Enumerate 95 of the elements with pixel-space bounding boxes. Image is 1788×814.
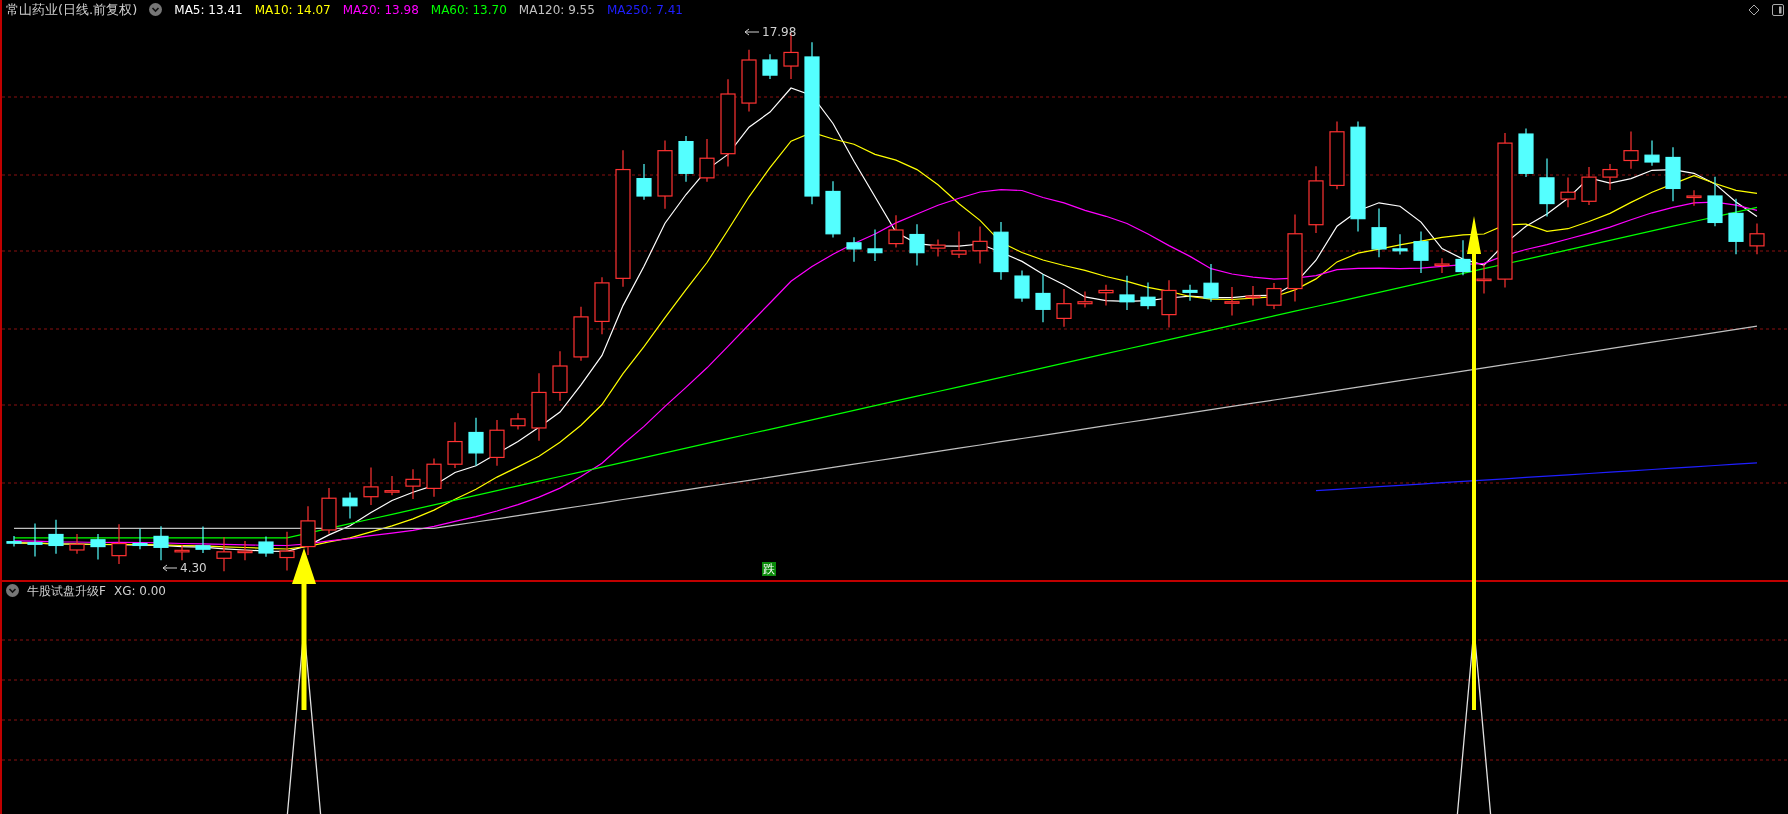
candlestick [1602,162,1618,191]
candlestick [1203,262,1219,302]
candlestick [468,416,484,466]
candlestick [48,518,64,554]
candlestick [1476,263,1492,294]
candlestick [111,523,127,565]
candlestick [1644,139,1660,166]
candlestick [594,276,610,335]
candlestick [1749,222,1765,255]
candlestick [384,474,400,496]
candlestick [909,223,925,266]
candlestick [321,486,337,534]
candlestick [1308,165,1324,234]
candlestick [510,412,526,430]
candlestick [300,505,316,555]
candlestick [1266,281,1282,310]
candlestick [993,220,1009,280]
moving-average-value: MA120: 9.55 [518,1,595,19]
candlestick [741,48,757,112]
candlestick [1014,269,1030,302]
high-price-label: 17.98 [762,24,797,39]
candlestick [69,533,85,554]
candlestick [1224,285,1240,316]
candlestick [1623,130,1639,169]
diamond-icon[interactable] [1748,3,1760,16]
candlestick [1392,233,1408,255]
candlestick [1455,239,1471,276]
chart-title: 常山药业(日线.前复权) [6,1,138,19]
candlestick [699,137,715,182]
candlestick [1329,120,1345,190]
candlestick [1539,157,1555,217]
leader-line [162,564,178,571]
candlestick [237,539,253,561]
candlestick [1665,146,1681,202]
candlestick [6,534,22,547]
moving-average-value: MA10: 14.07 [254,1,331,19]
candlestick [930,238,946,257]
low-price-label: 4.30 [180,560,207,575]
candlestick [762,53,778,79]
candlestick [1140,281,1156,310]
candlestick [27,522,43,557]
moving-average-value: MA250: 7.41 [606,1,683,19]
candlestick [531,372,547,441]
candlestick [132,527,148,550]
moving-average-value: MA5: 13.41 [174,1,243,19]
candlestick [573,305,589,361]
panel-toggle-icon[interactable] [1772,3,1784,16]
candlestick [405,468,421,500]
candlestick [636,162,652,200]
candlestick [1728,197,1744,255]
candlestick [1056,287,1072,327]
candlestick [279,530,295,571]
candlestick [1560,176,1576,208]
moving-average-value: MA60: 13.70 [430,1,507,19]
candlestick [447,421,463,469]
candlestick [867,228,883,262]
candlestick [1518,127,1534,178]
candlestick [1434,257,1450,274]
dropdown-icon[interactable] [149,3,163,17]
candlestick [846,236,862,262]
candlestick [552,350,568,401]
candlestick [195,525,211,554]
candlestick [972,225,988,264]
dropdown-icon[interactable] [6,584,19,597]
candlestick [1098,283,1114,306]
candlestick [342,491,358,519]
candlestick [426,457,442,497]
leader-line [744,28,760,35]
candlestick [657,139,673,209]
candlestick [258,535,274,557]
candlestick [489,418,505,466]
candlestick [1077,290,1093,308]
candlestick [888,214,904,248]
candlestick [1161,279,1177,328]
candlestick [1413,230,1429,274]
candlestick [1182,283,1198,301]
candlestick [678,134,694,182]
candlestick [1035,273,1051,323]
moving-average-value: MA20: 13.98 [342,1,419,19]
candlestick [825,180,841,238]
candlestick [174,543,190,561]
candlestick [363,466,379,506]
candlestick [1245,284,1261,306]
candlestick [216,536,232,572]
candlestick [1581,165,1597,206]
candlestick [153,525,169,561]
candlestick [1707,175,1723,227]
candlestick [1119,274,1135,311]
candlestick [1371,207,1387,258]
candlestick [951,230,967,259]
candlestick [90,533,106,560]
signal-marker: 跌 [762,561,776,576]
indicator-title: 牛股试盘升级F [27,582,106,600]
indicator-reading: XG: 0.00 [113,582,166,600]
candlestick [1686,189,1702,206]
